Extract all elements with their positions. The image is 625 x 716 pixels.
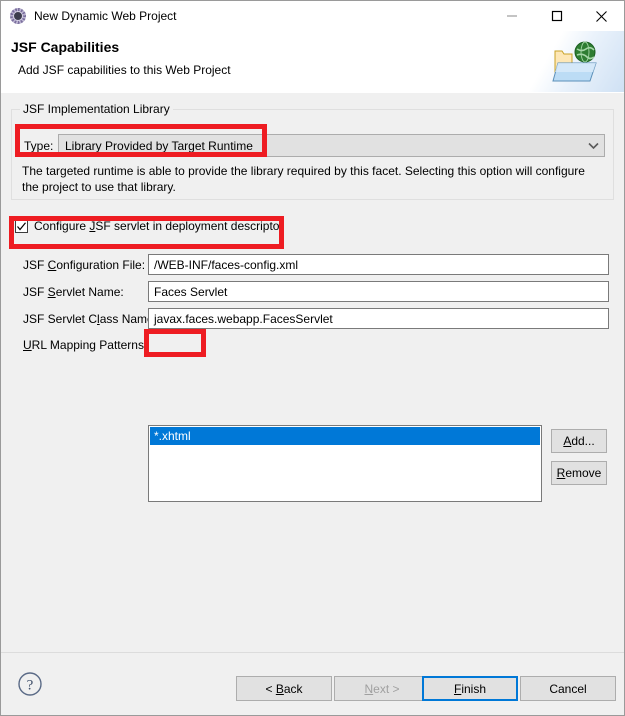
back-button-label: < Back — [265, 681, 303, 696]
url-mapping-patterns-label: URL Mapping Patterns — [23, 338, 144, 352]
jsf-servlet-class-name-label: JSF Servlet Class Name: — [23, 312, 158, 326]
cancel-button[interactable]: Cancel — [520, 676, 616, 701]
checkbox-box — [15, 219, 28, 233]
help-question-icon[interactable]: ? — [17, 671, 43, 697]
jsf-servlet-class-name-value: javax.faces.webapp.FacesServlet — [154, 311, 333, 326]
banner: JSF Capabilities Add JSF capabilities to… — [1, 31, 624, 94]
checkmark-icon — [17, 221, 26, 230]
back-button[interactable]: < Back — [236, 676, 332, 701]
library-type-combobox[interactable]: Library Provided by Target Runtime — [58, 134, 605, 157]
finish-button-label: Finish — [453, 681, 487, 696]
next-button-label: Next > — [364, 681, 400, 696]
web-project-folder-globe-icon — [552, 41, 597, 82]
page-subtitle: Add JSF capabilities to this Web Project — [18, 63, 231, 77]
library-type-value: Library Provided by Target Runtime — [65, 138, 253, 153]
close-icon — [596, 10, 607, 22]
window-title: New Dynamic Web Project — [34, 9, 177, 23]
jsf-servlet-name-value: Faces Servlet — [154, 284, 228, 299]
project-gear-icon — [10, 8, 26, 24]
finish-button[interactable]: Finish — [422, 676, 518, 701]
list-item[interactable]: *.xhtml — [150, 427, 540, 445]
minimize-button[interactable] — [489, 1, 534, 31]
window-controls — [489, 1, 624, 31]
dialog-content: JSF Implementation Library Type: Library… — [1, 93, 624, 653]
jsf-configuration-file-label: JSF Configuration File: — [23, 258, 146, 272]
jsf-configuration-file-value: /WEB-INF/faces-config.xml — [154, 257, 299, 272]
minimize-icon — [506, 15, 517, 17]
remove-button[interactable]: Remove — [551, 461, 607, 485]
next-button[interactable]: Next > — [334, 676, 430, 701]
remove-button-label: Remove — [556, 466, 602, 480]
page-title: JSF Capabilities — [11, 39, 120, 55]
maximize-button[interactable] — [534, 1, 579, 31]
configure-jsf-servlet-checkbox[interactable]: Configure JSF servlet in deployment desc… — [15, 219, 283, 233]
jsf-implementation-library-group: JSF Implementation Library Type: Library… — [11, 102, 614, 200]
add-button[interactable]: Add... — [551, 429, 607, 453]
group-legend: JSF Implementation Library — [20, 102, 173, 116]
add-button-label: Add... — [563, 434, 595, 448]
jsf-configuration-file-input[interactable]: /WEB-INF/faces-config.xml — [148, 254, 609, 275]
jsf-servlet-name-label: JSF Servlet Name: — [23, 285, 124, 299]
jsf-servlet-class-name-input[interactable]: javax.faces.webapp.FacesServlet — [148, 308, 609, 329]
chevron-down-icon — [582, 142, 604, 150]
title-bar: New Dynamic Web Project — [1, 1, 624, 31]
maximize-icon — [551, 10, 562, 22]
jsf-servlet-name-input[interactable]: Faces Servlet — [148, 281, 609, 302]
cancel-button-label: Cancel — [549, 681, 587, 696]
close-button[interactable] — [579, 1, 624, 31]
url-mapping-patterns-list[interactable]: *.xhtml — [148, 425, 542, 502]
type-label: Type: — [24, 139, 54, 153]
library-description: The targeted runtime is able to provide … — [22, 164, 585, 194]
svg-text:?: ? — [27, 678, 34, 694]
checkbox-label: Configure JSF servlet in deployment desc… — [34, 219, 284, 233]
new-dynamic-web-project-dialog: New Dynamic Web Project JSF Capabilities… — [0, 0, 625, 716]
